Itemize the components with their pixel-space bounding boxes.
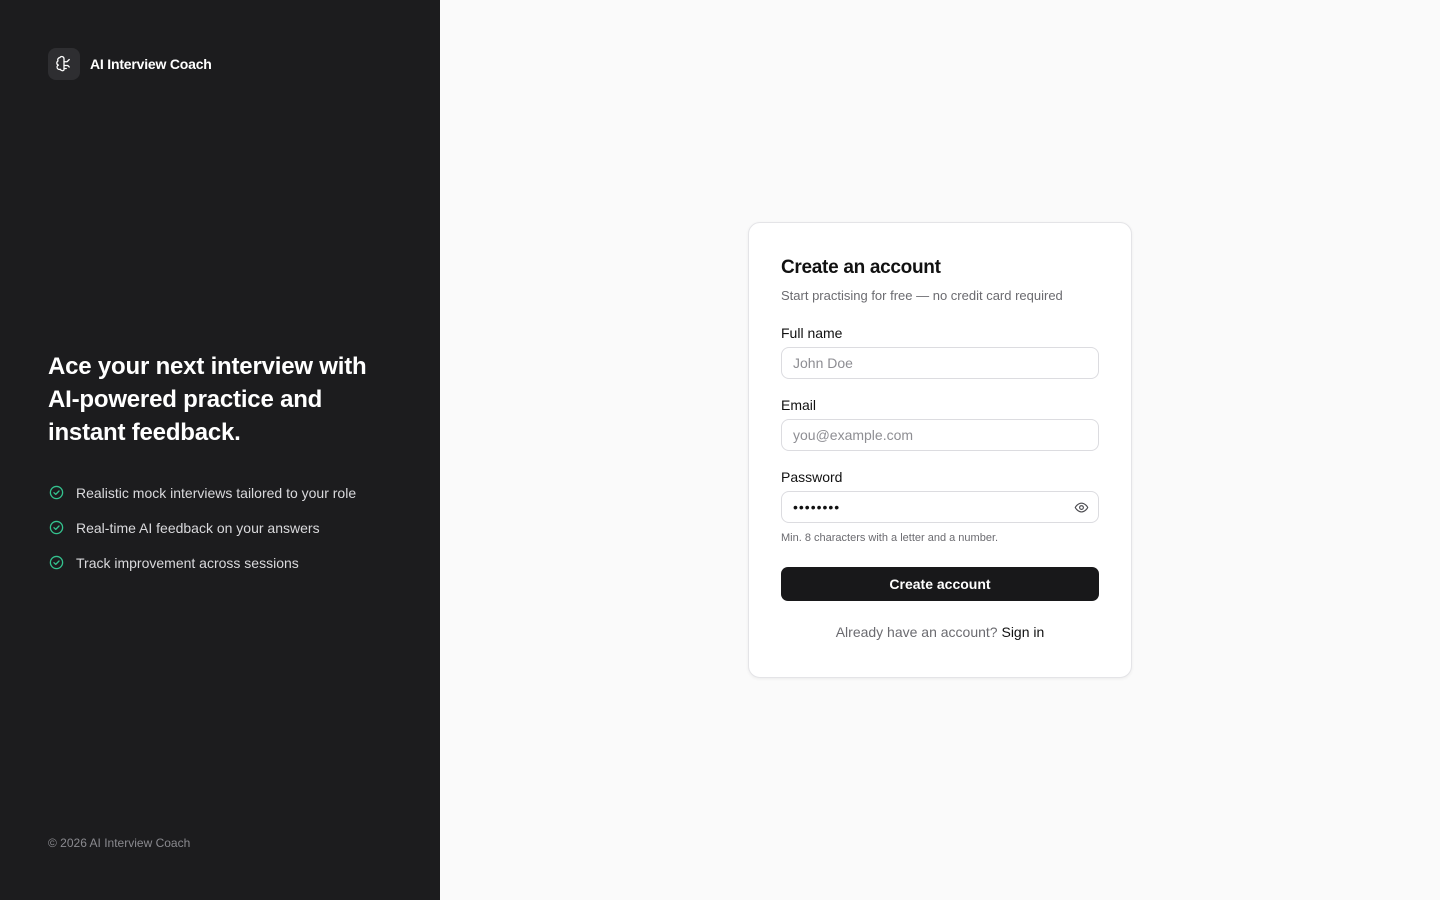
feature-text: Track improvement across sessions bbox=[76, 554, 299, 571]
check-circle-icon bbox=[48, 485, 64, 501]
brain-icon bbox=[48, 48, 80, 80]
brand[interactable]: AI Interview Coach bbox=[48, 48, 212, 80]
brand-panel: AI Interview Coach Ace your next intervi… bbox=[0, 0, 440, 900]
feature-item: Realistic mock interviews tailored to yo… bbox=[48, 475, 398, 510]
feature-list: Realistic mock interviews tailored to yo… bbox=[48, 475, 398, 580]
password-field: Password Min. 8 characters with a letter… bbox=[781, 469, 1099, 544]
password-input[interactable] bbox=[781, 491, 1099, 523]
feature-text: Real-time AI feedback on your answers bbox=[76, 519, 320, 536]
eye-icon[interactable] bbox=[1073, 499, 1089, 515]
hero-headline: Ace your next interview with AI-powered … bbox=[48, 353, 367, 446]
email-label: Email bbox=[781, 397, 817, 413]
full-name-input[interactable] bbox=[781, 347, 1099, 379]
password-input-wrap bbox=[781, 491, 1099, 523]
signin-link[interactable]: Sign in bbox=[1001, 624, 1044, 640]
hero: Ace your next interview with AI-powered … bbox=[48, 350, 398, 580]
feature-text: Realistic mock interviews tailored to yo… bbox=[76, 484, 357, 501]
form-area: Create an account Start practising for f… bbox=[440, 0, 1440, 900]
email-input[interactable] bbox=[781, 419, 1099, 451]
password-hint: Min. 8 characters with a letter and a nu… bbox=[781, 532, 999, 544]
email-field: Email bbox=[781, 397, 1099, 451]
signup-card: Create an account Start practising for f… bbox=[748, 222, 1132, 678]
signin-prompt: Already have an account? bbox=[835, 624, 998, 640]
check-circle-icon bbox=[48, 520, 64, 536]
copyright: © 2026 AI Interview Coach bbox=[48, 836, 191, 850]
card-subtitle: Start practising for free — no credit ca… bbox=[781, 288, 1063, 303]
feature-item: Real-time AI feedback on your answers bbox=[48, 510, 398, 545]
create-account-button[interactable]: Create account bbox=[781, 567, 1099, 601]
full-name-label: Full name bbox=[781, 325, 843, 341]
signin-row: Already have an account? Sign in bbox=[781, 624, 1099, 640]
check-circle-icon bbox=[48, 555, 64, 571]
feature-item: Track improvement across sessions bbox=[48, 545, 398, 580]
full-name-field: Full name bbox=[781, 325, 1099, 379]
card-title: Create an account bbox=[781, 257, 941, 278]
password-label: Password bbox=[781, 469, 843, 485]
brand-name: AI Interview Coach bbox=[90, 56, 212, 72]
